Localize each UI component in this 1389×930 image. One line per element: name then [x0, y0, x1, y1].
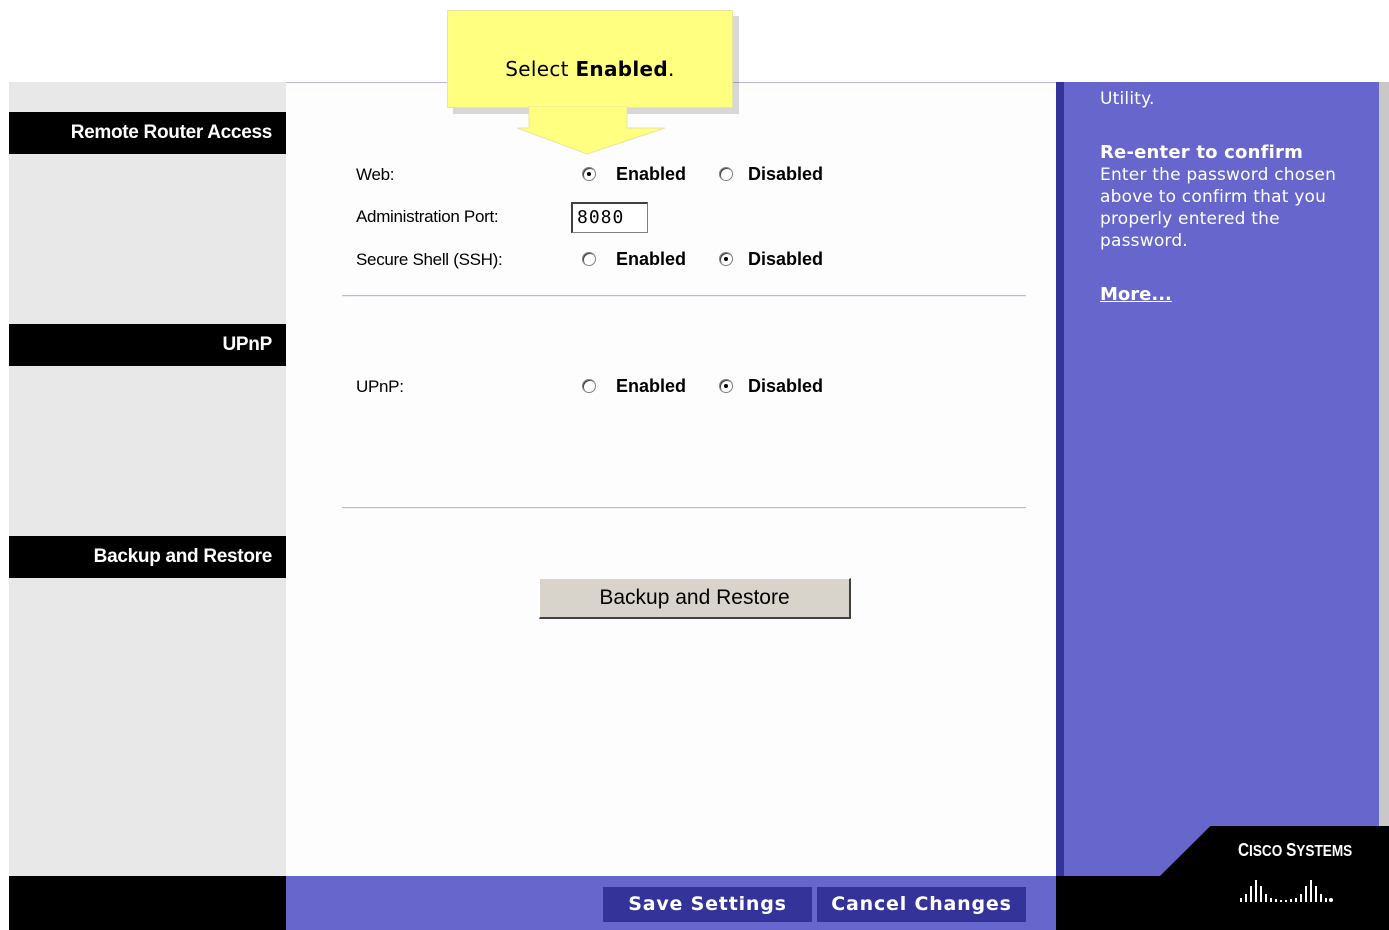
help-heading: Re-enter to confirm: [1100, 142, 1304, 163]
administration-port-input[interactable]: 8080: [571, 202, 648, 233]
web-disabled-label[interactable]: Disabled: [748, 164, 823, 185]
cancel-changes-button[interactable]: Cancel Changes: [817, 887, 1026, 922]
help-partial-text: Utility.: [1100, 89, 1155, 109]
help-panel-border: [1056, 82, 1064, 876]
callout-suffix: .: [668, 57, 675, 81]
upnp-disabled-radio[interactable]: [719, 379, 733, 393]
section-header-upnp: UPnP: [9, 324, 286, 366]
web-disabled-radio[interactable]: [719, 167, 733, 181]
help-line: properly entered the: [1100, 209, 1280, 229]
instruction-callout: Select Enabled.: [447, 10, 733, 108]
section-header-backup-restore: Backup and Restore: [9, 536, 286, 578]
cisco-bridge-logo-icon: [1240, 880, 1333, 902]
left-footer: [9, 876, 286, 930]
main-panel: [286, 82, 1056, 877]
cisco-systems-logo-text: CISCO SYSTEMS: [1238, 840, 1353, 860]
help-line: password.: [1100, 231, 1188, 251]
more-link[interactable]: More...: [1100, 284, 1172, 305]
ssh-enabled-radio[interactable]: [582, 252, 596, 266]
administration-port-label: Administration Port:: [356, 207, 499, 226]
backup-restore-button[interactable]: Backup and Restore: [539, 578, 851, 619]
ssh-disabled-label[interactable]: Disabled: [748, 249, 823, 270]
scrollbar-track[interactable]: [1379, 82, 1389, 842]
divider: [342, 295, 1026, 297]
callout-arrow-icon: [517, 106, 666, 155]
section-header-remote-router-access: Remote Router Access: [9, 112, 286, 154]
ssh-disabled-radio[interactable]: [719, 252, 733, 266]
ssh-label: Secure Shell (SSH):: [356, 250, 503, 269]
help-line: above to confirm that you: [1100, 187, 1327, 207]
upnp-label: UPnP:: [356, 377, 404, 396]
save-settings-button[interactable]: Save Settings: [603, 887, 812, 922]
left-column: [9, 82, 286, 930]
ssh-enabled-label[interactable]: Enabled: [616, 249, 686, 270]
upnp-disabled-label[interactable]: Disabled: [748, 376, 823, 397]
help-line: Enter the password chosen: [1100, 165, 1337, 185]
callout-emphasis: Enabled: [575, 57, 669, 81]
callout-text: Select Enabled.: [448, 57, 732, 81]
web-enabled-radio[interactable]: [582, 167, 596, 181]
web-label: Web:: [356, 165, 395, 184]
web-enabled-label[interactable]: Enabled: [616, 164, 686, 185]
divider: [342, 507, 1026, 509]
upnp-enabled-label[interactable]: Enabled: [616, 376, 686, 397]
upnp-enabled-radio[interactable]: [582, 379, 596, 393]
callout-prefix: Select: [505, 57, 569, 81]
